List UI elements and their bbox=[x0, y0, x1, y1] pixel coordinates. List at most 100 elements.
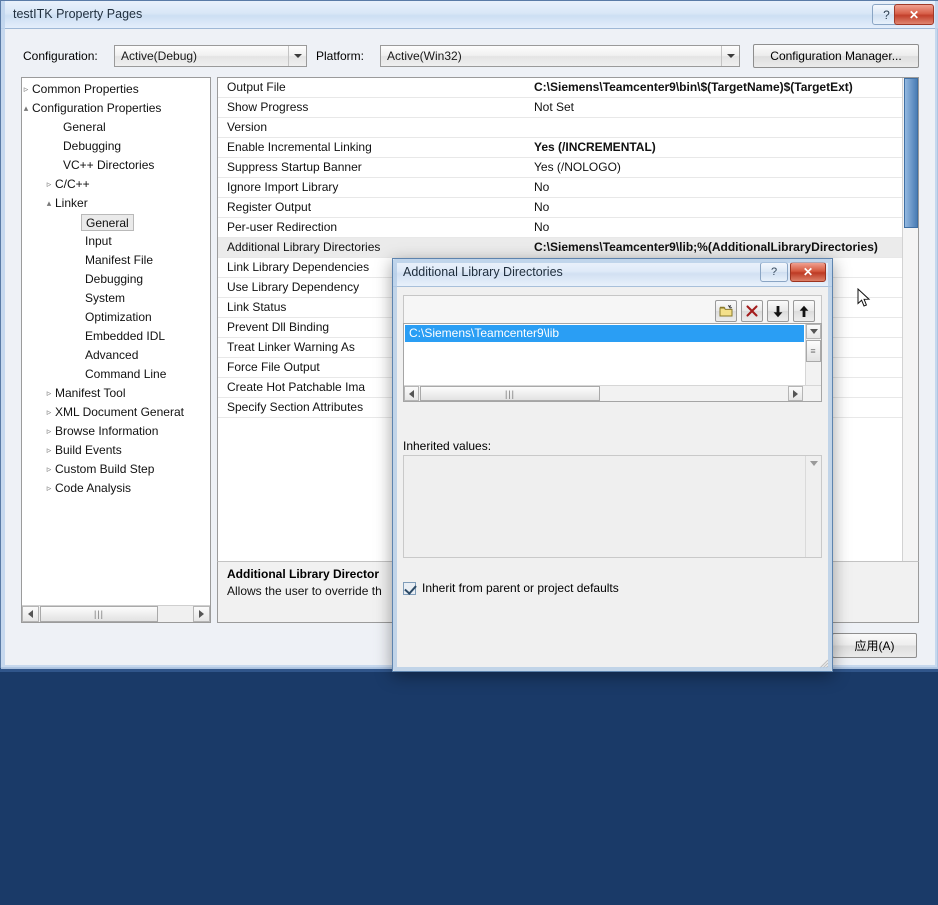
grid-vscroll-thumb[interactable] bbox=[904, 78, 918, 228]
sidebar-item-command-line[interactable]: Command Line bbox=[22, 365, 211, 384]
property-name: Enable Incremental Linking bbox=[218, 138, 530, 157]
tree-horizontal-scrollbar[interactable]: ||| bbox=[22, 605, 210, 622]
directories-listbox[interactable]: C:\Siemens\Teamcenter9\lib ≡ ||| bbox=[403, 323, 822, 402]
sidebar-item-configuration-properties[interactable]: ▴Configuration Properties bbox=[22, 99, 211, 118]
sidebar-item-build-events[interactable]: ▹Build Events bbox=[22, 441, 211, 460]
dialog-help-icon[interactable]: ? bbox=[760, 262, 788, 282]
scroll-left-arrow-icon[interactable] bbox=[404, 386, 419, 401]
listbox-vscroll-thumb[interactable]: ≡ bbox=[806, 340, 821, 362]
page-title: testITK Property Pages bbox=[13, 7, 142, 21]
table-row[interactable]: Ignore Import LibraryNo bbox=[218, 178, 904, 198]
sidebar-item-label: Linker bbox=[55, 194, 88, 213]
configuration-dropdown[interactable]: Active(Debug) bbox=[114, 45, 307, 67]
move-down-icon[interactable] bbox=[767, 300, 789, 322]
sidebar-item-vc-directories[interactable]: VC++ Directories bbox=[22, 156, 211, 175]
inherit-defaults-row[interactable]: Inherit from parent or project defaults bbox=[403, 581, 619, 595]
inherited-vertical-scrollbar[interactable] bbox=[805, 456, 821, 557]
property-value[interactable]: No bbox=[530, 218, 904, 237]
chevron-right-icon[interactable]: ▹ bbox=[43, 384, 55, 403]
chevron-down-icon[interactable] bbox=[721, 46, 739, 66]
tree-hscroll-thumb[interactable]: ||| bbox=[40, 606, 158, 622]
apply-button[interactable]: 应用(A) bbox=[832, 633, 917, 658]
grid-vertical-scrollbar[interactable] bbox=[902, 78, 918, 622]
property-value[interactable]: Yes (/INCREMENTAL) bbox=[530, 138, 904, 157]
platform-dropdown[interactable]: Active(Win32) bbox=[380, 45, 740, 67]
table-row[interactable]: Output FileC:\Siemens\Teamcenter9\bin\$(… bbox=[218, 78, 904, 98]
table-row[interactable]: Show ProgressNot Set bbox=[218, 98, 904, 118]
listbox-horizontal-scrollbar[interactable]: ||| bbox=[404, 385, 821, 401]
chevron-right-icon[interactable]: ▹ bbox=[43, 460, 55, 479]
chevron-right-icon[interactable]: ▹ bbox=[43, 175, 55, 194]
chevron-right-icon[interactable]: ▹ bbox=[43, 403, 55, 422]
table-row[interactable]: Per-user RedirectionNo bbox=[218, 218, 904, 238]
property-value[interactable]: C:\Siemens\Teamcenter9\lib;%(AdditionalL… bbox=[530, 238, 904, 257]
inherit-checkbox[interactable] bbox=[403, 582, 416, 595]
sidebar-item-label: Browse Information bbox=[55, 422, 158, 441]
property-value[interactable]: No bbox=[530, 178, 904, 197]
sidebar-item-label: Optimization bbox=[85, 308, 152, 327]
property-value[interactable]: Yes (/NOLOGO) bbox=[530, 158, 904, 177]
close-icon[interactable]: ✕ bbox=[894, 4, 934, 25]
property-value[interactable]: C:\Siemens\Teamcenter9\bin\$(TargetName)… bbox=[530, 78, 904, 97]
chevron-right-icon[interactable]: ▹ bbox=[43, 441, 55, 460]
chevron-right-icon[interactable]: ▹ bbox=[43, 479, 55, 498]
sidebar-item-custom-build-step[interactable]: ▹Custom Build Step bbox=[22, 460, 211, 479]
sidebar-item-browse-information[interactable]: ▹Browse Information bbox=[22, 422, 211, 441]
table-row[interactable]: Additional Library DirectoriesC:\Siemens… bbox=[218, 238, 904, 258]
chevron-right-icon[interactable]: ▹ bbox=[43, 422, 55, 441]
listbox-vertical-scrollbar[interactable]: ≡ bbox=[805, 324, 821, 385]
scroll-right-arrow-icon[interactable] bbox=[193, 606, 210, 622]
sidebar-item-advanced[interactable]: Advanced bbox=[22, 346, 211, 365]
sidebar-item-debugging[interactable]: Debugging bbox=[22, 270, 211, 289]
configuration-manager-button[interactable]: Configuration Manager... bbox=[753, 44, 919, 68]
sidebar-item-optimization[interactable]: Optimization bbox=[22, 308, 211, 327]
sidebar-item-label: Manifest Tool bbox=[55, 384, 125, 403]
description-text: Allows the user to override th bbox=[227, 584, 382, 598]
sidebar-item-label: XML Document Generat bbox=[55, 403, 184, 422]
sidebar-item-input[interactable]: Input bbox=[22, 232, 211, 251]
sidebar-item-common-properties[interactable]: ▹Common Properties bbox=[22, 80, 211, 99]
property-name: Show Progress bbox=[218, 98, 530, 117]
sidebar-item-debugging[interactable]: Debugging bbox=[22, 137, 211, 156]
sidebar-item-system[interactable]: System bbox=[22, 289, 211, 308]
new-folder-icon[interactable] bbox=[715, 300, 737, 322]
sidebar-item-embedded-idl[interactable]: Embedded IDL bbox=[22, 327, 211, 346]
property-value[interactable]: Not Set bbox=[530, 98, 904, 117]
sidebar-item-label: Command Line bbox=[85, 365, 166, 384]
sidebar-item-manifest-tool[interactable]: ▹Manifest Tool bbox=[22, 384, 211, 403]
list-item[interactable]: C:\Siemens\Teamcenter9\lib bbox=[405, 325, 804, 342]
property-value[interactable]: No bbox=[530, 198, 904, 217]
sidebar-item-c-c[interactable]: ▹C/C++ bbox=[22, 175, 211, 194]
table-row[interactable]: Suppress Startup BannerYes (/NOLOGO) bbox=[218, 158, 904, 178]
chevron-down-icon[interactable]: ▴ bbox=[21, 99, 32, 118]
sidebar-item-label: Code Analysis bbox=[55, 479, 131, 498]
sidebar-item-label: Build Events bbox=[55, 441, 122, 460]
sidebar-item-general[interactable]: General bbox=[22, 213, 211, 232]
sidebar-item-general[interactable]: General bbox=[22, 118, 211, 137]
sidebar-item-label: Input bbox=[85, 232, 112, 251]
sidebar-item-manifest-file[interactable]: Manifest File bbox=[22, 251, 211, 270]
property-value[interactable] bbox=[530, 118, 904, 137]
table-row[interactable]: Enable Incremental LinkingYes (/INCREMEN… bbox=[218, 138, 904, 158]
dialog-close-icon[interactable]: ✕ bbox=[790, 262, 826, 282]
move-up-icon[interactable] bbox=[793, 300, 815, 322]
inherit-checkbox-label: Inherit from parent or project defaults bbox=[422, 581, 619, 595]
scroll-right-arrow-icon[interactable] bbox=[788, 386, 803, 401]
properties-tree[interactable]: ▹Common Properties▴Configuration Propert… bbox=[21, 77, 211, 623]
table-row[interactable]: Version bbox=[218, 118, 904, 138]
sidebar-item-label: Debugging bbox=[63, 137, 121, 156]
chevron-down-icon[interactable] bbox=[288, 46, 306, 66]
chevron-down-icon[interactable]: ▴ bbox=[43, 194, 55, 213]
delete-icon[interactable] bbox=[741, 300, 763, 322]
scroll-down-arrow-icon[interactable] bbox=[806, 324, 821, 339]
sidebar-item-code-analysis[interactable]: ▹Code Analysis bbox=[22, 479, 211, 498]
table-row[interactable]: Register OutputNo bbox=[218, 198, 904, 218]
listbox-hscroll-thumb[interactable]: ||| bbox=[420, 386, 600, 401]
scroll-down-arrow-icon[interactable] bbox=[806, 456, 821, 471]
resize-grip-icon[interactable] bbox=[817, 657, 829, 669]
sidebar-item-linker[interactable]: ▴Linker bbox=[22, 194, 211, 213]
sidebar-item-xml-document-generat[interactable]: ▹XML Document Generat bbox=[22, 403, 211, 422]
inherited-values-box[interactable] bbox=[403, 455, 822, 558]
scroll-left-arrow-icon[interactable] bbox=[22, 606, 39, 622]
chevron-right-icon[interactable]: ▹ bbox=[21, 80, 32, 99]
